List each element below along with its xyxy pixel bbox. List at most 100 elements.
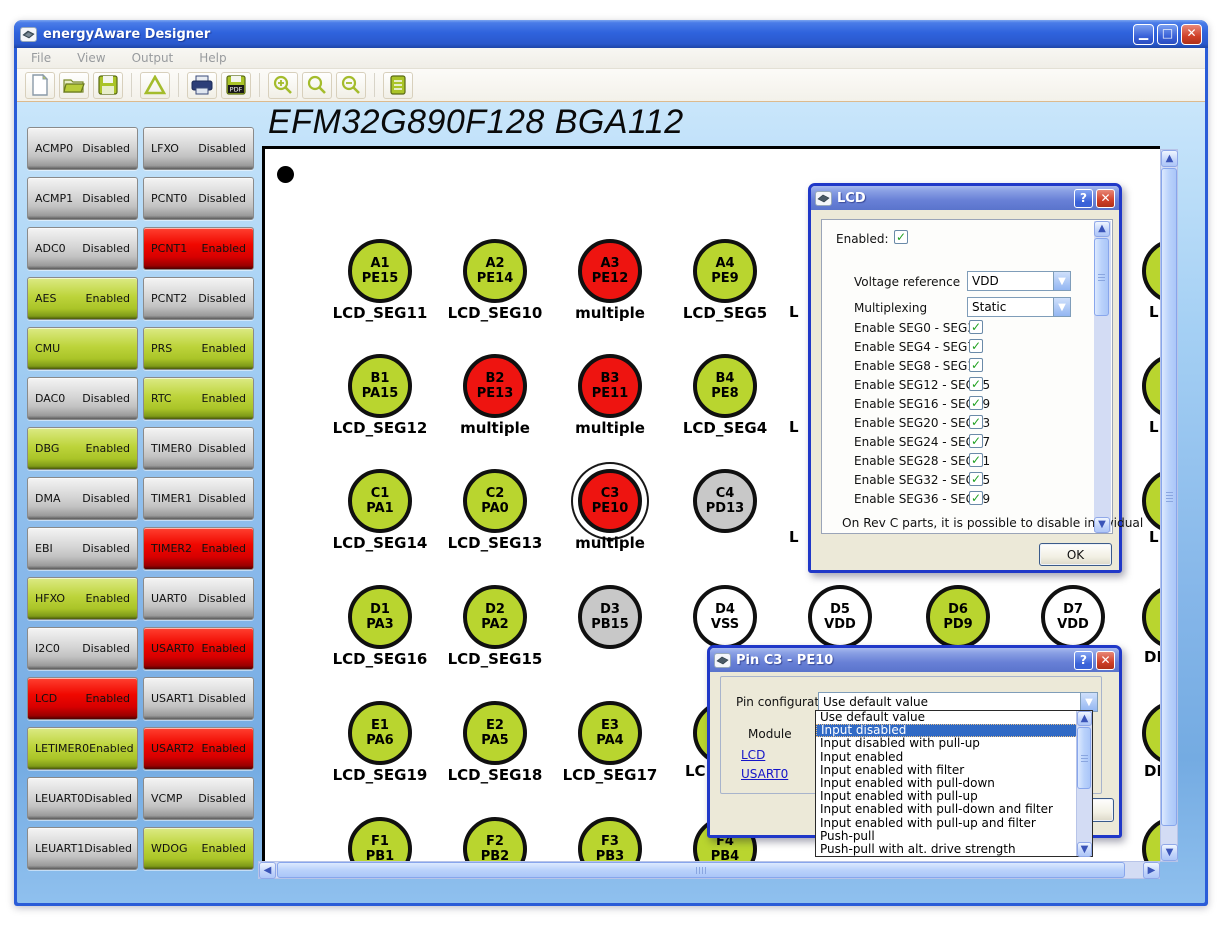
- export-pdf-button[interactable]: PDF: [221, 72, 251, 99]
- enable-seg20-seg23-checkbox[interactable]: ✓: [969, 415, 983, 429]
- new-file-button[interactable]: [25, 72, 55, 99]
- module-button-usart1[interactable]: USART1Disabled: [143, 677, 254, 720]
- pin-B1[interactable]: B1PA15: [348, 354, 412, 418]
- scroll-up-button[interactable]: ▲: [1161, 150, 1178, 167]
- module-button-timer1[interactable]: TIMER1Disabled: [143, 477, 254, 520]
- pin-A1[interactable]: A1PE15: [348, 239, 412, 303]
- module-button-wdog[interactable]: WDOGEnabled: [143, 827, 254, 870]
- lcd-module-link[interactable]: LCD: [741, 748, 765, 762]
- pin-partial[interactable]: [1142, 701, 1160, 765]
- pin-D6[interactable]: D6PD9: [926, 585, 990, 649]
- pin-E2[interactable]: E2PA5: [463, 701, 527, 765]
- enable-seg0-seg3-checkbox[interactable]: ✓: [969, 320, 983, 334]
- module-button-pcnt1[interactable]: PCNT1Enabled: [143, 227, 254, 270]
- pin-D5[interactable]: D5VDD: [808, 585, 872, 649]
- module-button-timer2[interactable]: TIMER2Enabled: [143, 527, 254, 570]
- dropdown-item[interactable]: Input disabled: [816, 724, 1092, 737]
- pin-C1[interactable]: C1PA1: [348, 469, 412, 533]
- dropdown-item[interactable]: Push-pull: [816, 830, 1092, 843]
- lcd-panel-scrollbar[interactable]: ▲ ▼: [1094, 221, 1111, 532]
- dropdown-item[interactable]: Input enabled: [816, 751, 1092, 764]
- help-icon[interactable]: ?: [1074, 189, 1093, 208]
- module-button-pcnt0[interactable]: PCNT0Disabled: [143, 177, 254, 220]
- pin-D2[interactable]: D2PA2: [463, 585, 527, 649]
- pin-D4[interactable]: D4VSS: [693, 585, 757, 649]
- module-button-lcd[interactable]: LCDEnabled: [27, 677, 138, 720]
- module-button-ebi[interactable]: EBIDisabled: [27, 527, 138, 570]
- pin-C2[interactable]: C2PA0: [463, 469, 527, 533]
- module-button-pcnt2[interactable]: PCNT2Disabled: [143, 277, 254, 320]
- pin-dialog-titlebar[interactable]: Pin C3 - PE10 ? ✕: [710, 648, 1119, 672]
- pin-configuration-combobox[interactable]: Use default value ▼: [818, 692, 1098, 712]
- scroll-up-button[interactable]: ▲: [1077, 711, 1092, 726]
- close-button[interactable]: ✕: [1181, 24, 1202, 45]
- module-button-dma[interactable]: DMADisabled: [27, 477, 138, 520]
- window-titlebar[interactable]: energyAware Designer ▁ □ ✕: [14, 20, 1208, 48]
- enable-seg4-seg7-checkbox[interactable]: ✓: [969, 339, 983, 353]
- enable-seg8-seg11-checkbox[interactable]: ✓: [969, 358, 983, 372]
- chevron-down-icon[interactable]: ▼: [1053, 298, 1070, 316]
- pin-C3[interactable]: C3PE10: [578, 469, 642, 533]
- lcd-ok-button[interactable]: OK: [1039, 543, 1112, 566]
- pin-B2[interactable]: B2PE13: [463, 354, 527, 418]
- enable-seg24-seg27-checkbox[interactable]: ✓: [969, 434, 983, 448]
- pin-D7[interactable]: D7VDD: [1041, 585, 1105, 649]
- maximize-button[interactable]: □: [1157, 24, 1178, 45]
- module-button-leuart0[interactable]: LEUART0Disabled: [27, 777, 138, 820]
- module-button-i2c0[interactable]: I2C0Disabled: [27, 627, 138, 670]
- module-button-adc0[interactable]: ADC0Disabled: [27, 227, 138, 270]
- pin-E1[interactable]: E1PA6: [348, 701, 412, 765]
- pin-partial[interactable]: [1142, 354, 1160, 418]
- scroll-left-button[interactable]: ◀: [259, 862, 276, 879]
- enable-seg12-seg15-checkbox[interactable]: ✓: [969, 377, 983, 391]
- open-file-button[interactable]: [59, 72, 89, 99]
- dropdown-item[interactable]: Input enabled with pull-up: [816, 790, 1092, 803]
- chevron-down-icon[interactable]: ▼: [1080, 693, 1097, 711]
- pin-C4[interactable]: C4PD13: [693, 469, 757, 533]
- enable-seg16-seg19-checkbox[interactable]: ✓: [969, 396, 983, 410]
- enable-seg36-seg39-checkbox[interactable]: ✓: [969, 491, 983, 505]
- flip-button[interactable]: [140, 72, 170, 99]
- scroll-up-button[interactable]: ▲: [1094, 221, 1110, 237]
- enable-seg28-seg31-checkbox[interactable]: ✓: [969, 453, 983, 467]
- zoom-reset-button[interactable]: [302, 72, 332, 99]
- module-button-vcmp[interactable]: VCMPDisabled: [143, 777, 254, 820]
- save-button[interactable]: [93, 72, 123, 99]
- module-button-rtc[interactable]: RTCEnabled: [143, 377, 254, 420]
- horizontal-scrollbar[interactable]: ◀ ▶: [258, 861, 1160, 879]
- dropdown-item[interactable]: Input disabled with pull-up: [816, 737, 1092, 750]
- enable-seg32-seg35-checkbox[interactable]: ✓: [969, 472, 983, 486]
- help-icon[interactable]: ?: [1074, 651, 1093, 670]
- zoom-in-button[interactable]: [268, 72, 298, 99]
- close-icon[interactable]: ✕: [1096, 189, 1115, 208]
- voltage-reference-combobox[interactable]: VDD ▼: [967, 271, 1071, 291]
- scroll-down-button[interactable]: ▼: [1077, 842, 1092, 857]
- zoom-out-button[interactable]: [336, 72, 366, 99]
- menu-file[interactable]: File: [31, 51, 51, 65]
- pin-partial[interactable]: [1142, 585, 1160, 649]
- pin-D3[interactable]: D3PB15: [578, 585, 642, 649]
- multiplexing-combobox[interactable]: Static ▼: [967, 297, 1071, 317]
- dropdown-item[interactable]: Input enabled with pull-down: [816, 777, 1092, 790]
- module-button-uart0[interactable]: UART0Disabled: [143, 577, 254, 620]
- module-button-usart0[interactable]: USART0Enabled: [143, 627, 254, 670]
- module-button-leuart1[interactable]: LEUART1Disabled: [27, 827, 138, 870]
- pin-F2[interactable]: F2PB2: [463, 817, 527, 861]
- module-button-usart2[interactable]: USART2Enabled: [143, 727, 254, 770]
- pin-E3[interactable]: E3PA4: [578, 701, 642, 765]
- dropdown-scrollbar[interactable]: ▲ ▼: [1076, 711, 1092, 856]
- module-button-prs[interactable]: PRSEnabled: [143, 327, 254, 370]
- horizontal-scrollbar-thumb[interactable]: [277, 862, 1125, 878]
- dropdown-item[interactable]: Use default value: [816, 711, 1092, 724]
- scrollbar-thumb[interactable]: [1094, 238, 1109, 316]
- usart0-module-link[interactable]: USART0: [741, 767, 788, 781]
- scroll-down-button[interactable]: ▼: [1094, 517, 1110, 533]
- pin-B3[interactable]: B3PE11: [578, 354, 642, 418]
- chevron-down-icon[interactable]: ▼: [1053, 272, 1070, 290]
- report-button[interactable]: [383, 72, 413, 99]
- vertical-scrollbar[interactable]: ▲ ▼: [1160, 149, 1178, 862]
- lcd-dialog-titlebar[interactable]: LCD ? ✕: [811, 186, 1119, 210]
- module-button-dbg[interactable]: DBGEnabled: [27, 427, 138, 470]
- module-button-cmu[interactable]: CMU: [27, 327, 138, 370]
- menu-view[interactable]: View: [77, 51, 105, 65]
